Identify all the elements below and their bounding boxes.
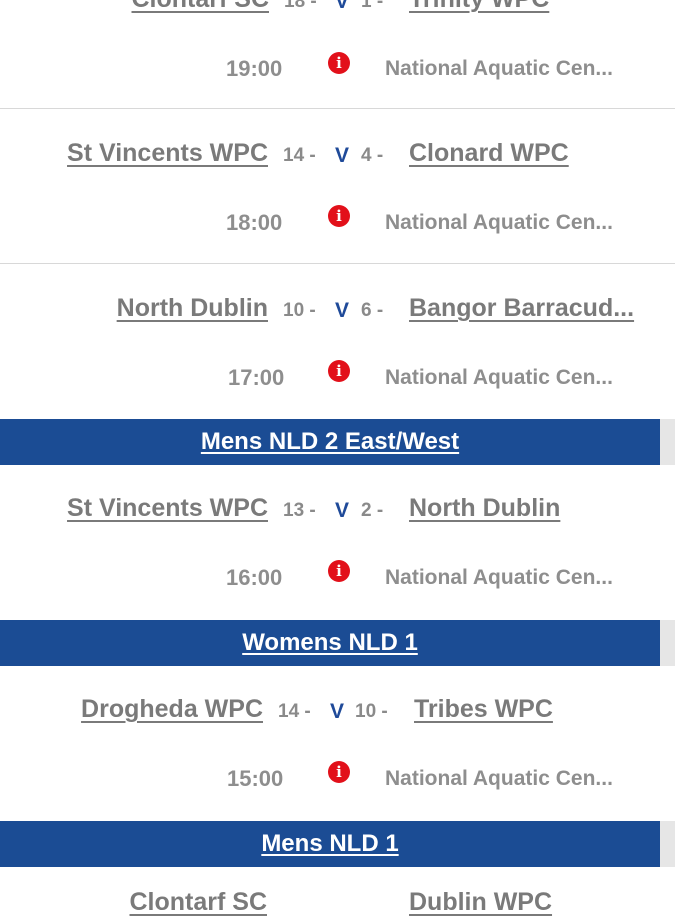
- match-time: 15:00: [227, 766, 284, 791]
- section-header[interactable]: Womens NLD 1: [0, 620, 660, 666]
- match-time: 18:00: [226, 210, 283, 235]
- home-score: 14 -: [278, 701, 311, 722]
- home-team-link[interactable]: North Dublin: [117, 296, 268, 321]
- home-score: 10 -: [283, 300, 316, 321]
- venue-link[interactable]: National Aquatic Cen...: [385, 768, 613, 789]
- home-team-link[interactable]: St Vincents WPC: [67, 496, 268, 521]
- section-title[interactable]: Mens NLD 2 East/West: [201, 428, 459, 455]
- away-team-link[interactable]: Dublin WPC: [409, 890, 552, 915]
- info-icon[interactable]: i: [328, 52, 350, 74]
- home-team-link[interactable]: Drogheda WPC: [81, 697, 263, 722]
- venue-link[interactable]: National Aquatic Cen...: [385, 567, 613, 588]
- row-divider: [0, 263, 675, 264]
- home-team-link[interactable]: Clontarf SC: [130, 890, 268, 915]
- home-team-link[interactable]: St Vincents WPC: [67, 141, 268, 166]
- versus-label: V: [335, 144, 350, 167]
- home-team-link[interactable]: Clontarf SC: [132, 0, 270, 12]
- home-score: 14 -: [283, 145, 316, 166]
- row-divider: [0, 108, 675, 109]
- info-icon[interactable]: i: [328, 360, 350, 382]
- away-team-link[interactable]: Tribes WPC: [414, 697, 553, 722]
- away-score: 6 -: [361, 300, 384, 321]
- info-icon[interactable]: i: [328, 205, 350, 227]
- home-score: 13 -: [283, 500, 316, 521]
- info-icon[interactable]: i: [328, 761, 350, 783]
- away-score: 10 -: [355, 701, 388, 722]
- section-title[interactable]: Mens NLD 1: [261, 830, 398, 857]
- venue-link[interactable]: National Aquatic Cen...: [385, 367, 613, 388]
- header-edge: [660, 419, 675, 465]
- match-time: 17:00: [228, 365, 285, 390]
- venue-link[interactable]: National Aquatic Cen...: [385, 212, 613, 233]
- header-edge: [660, 821, 675, 867]
- versus-label: V: [335, 299, 350, 322]
- match-time: 19:00: [226, 56, 283, 81]
- section-title[interactable]: Womens NLD 1: [242, 629, 418, 656]
- section-header[interactable]: Mens NLD 2 East/West: [0, 419, 660, 465]
- versus-label: V: [335, 499, 350, 522]
- info-icon[interactable]: i: [328, 560, 350, 582]
- versus-label: V: [330, 700, 345, 723]
- away-team-link[interactable]: Trinity WPC: [409, 0, 549, 12]
- away-team-link[interactable]: North Dublin: [409, 496, 560, 521]
- header-edge: [660, 620, 675, 666]
- home-score: 18 -: [284, 0, 317, 12]
- venue-link[interactable]: National Aquatic Cen...: [385, 58, 613, 79]
- away-score: 1 -: [361, 0, 384, 12]
- versus-label: V: [335, 0, 350, 13]
- away-team-link[interactable]: Clonard WPC: [409, 141, 569, 166]
- away-score: 2 -: [361, 500, 384, 521]
- away-score: 4 -: [361, 145, 384, 166]
- section-header[interactable]: Mens NLD 1: [0, 821, 660, 867]
- away-team-link[interactable]: Bangor Barracud...: [409, 296, 634, 321]
- match-time: 16:00: [226, 565, 283, 590]
